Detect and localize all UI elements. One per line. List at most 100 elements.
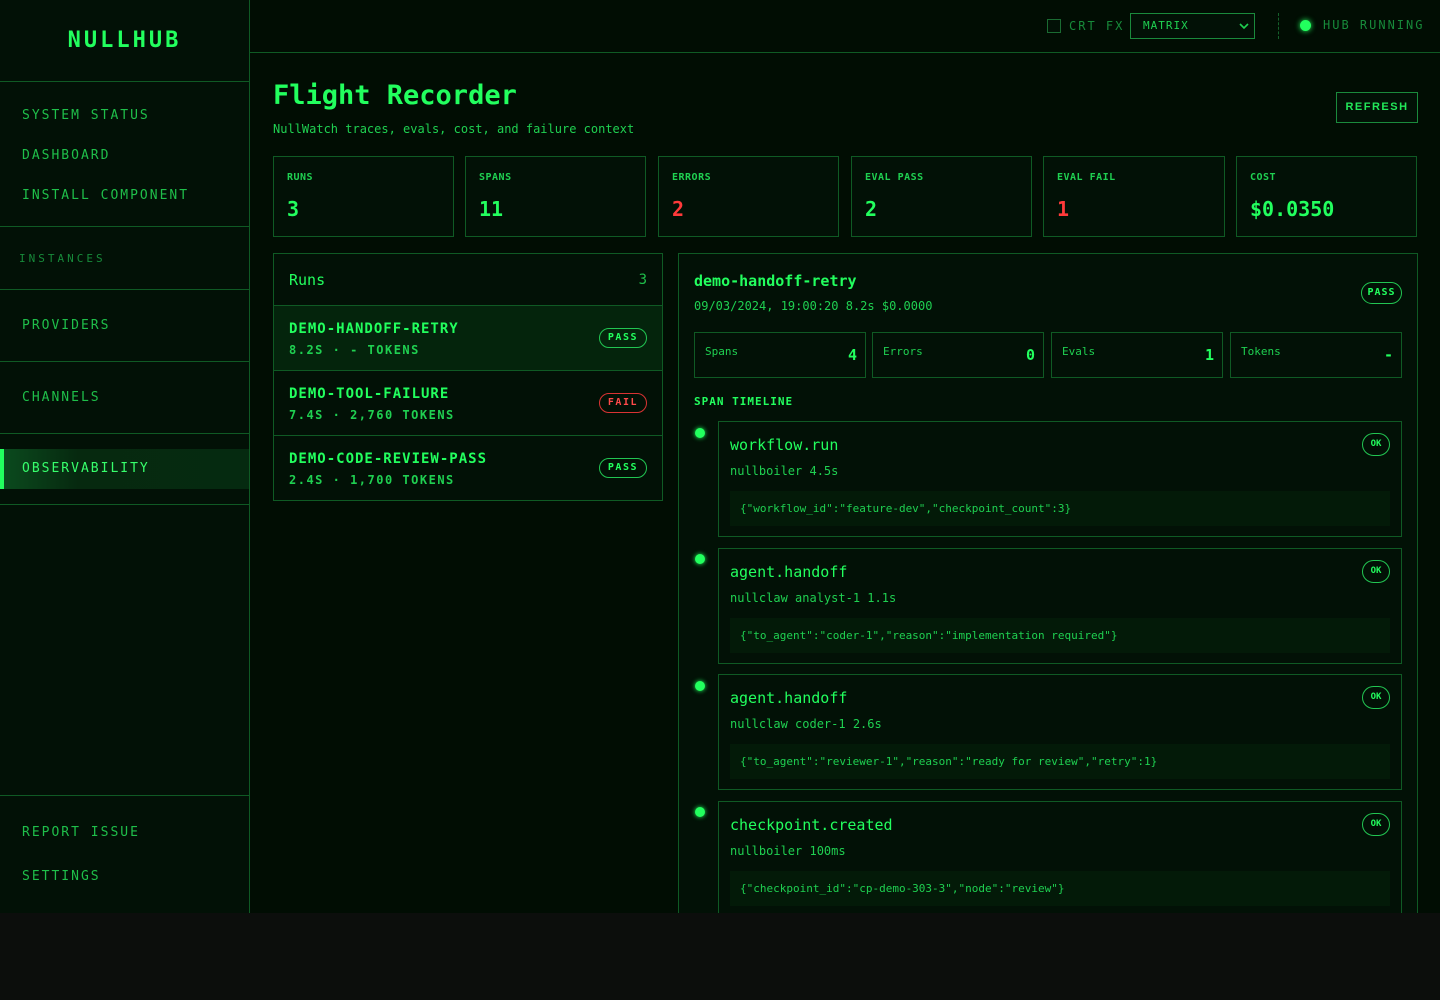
bottom-strip — [0, 913, 1440, 1000]
status-badge: OK — [1362, 560, 1390, 583]
summary-value: 0 — [1025, 346, 1035, 364]
refresh-button[interactable]: REFRESH — [1336, 92, 1418, 123]
status-badge: PASS — [1361, 282, 1402, 304]
runs-panel-header: Runs 3 — [274, 254, 662, 306]
summary-card-evals: Evals 1 — [1051, 332, 1223, 378]
stat-value: 11 — [479, 197, 504, 221]
run-detail-title: demo-handoff-retry — [694, 272, 857, 290]
span-meta: nullclaw analyst-1 1.1s — [730, 591, 897, 605]
stat-card-eval-pass: EVAL PASS 2 — [851, 156, 1032, 237]
span-card[interactable]: agent.handoff nullclaw analyst-1 1.1s OK… — [718, 548, 1402, 664]
chevron-down-icon — [1238, 14, 1250, 46]
sidebar-item-dashboard[interactable]: DASHBOARD — [0, 136, 249, 176]
stat-label: EVAL FAIL — [1057, 172, 1116, 183]
sidebar-item-system-status[interactable]: SYSTEM STATUS — [0, 96, 249, 136]
run-name: demo-handoff-retry — [289, 321, 459, 337]
span-name: workflow.run — [730, 436, 839, 454]
span-meta: nullclaw coder-1 2.6s — [730, 717, 882, 731]
runs-panel: Runs 3 demo-handoff-retry 8.2s · - token… — [273, 253, 663, 501]
sidebar-item-observability[interactable]: OBSERVABILITY — [0, 449, 249, 489]
summary-card-errors: Errors 0 — [872, 332, 1044, 378]
stat-card-errors: ERRORS 2 — [658, 156, 839, 237]
timeline-dot-icon — [695, 428, 705, 438]
timeline-dot-icon — [695, 554, 705, 564]
status-badge: PASS — [598, 328, 647, 348]
span-attributes: {"workflow_id":"feature-dev","checkpoint… — [730, 491, 1390, 526]
hub-status: HUB RUNNING — [1300, 18, 1424, 32]
status-dot-icon — [1300, 19, 1311, 31]
run-name: demo-code-review-pass — [289, 451, 488, 467]
topbar: CRT FX MATRIX HUB RUNNING — [250, 0, 1440, 53]
sidebar-bottom-nav: REPORT ISSUE SETTINGS — [0, 795, 249, 899]
topbar-divider — [1278, 13, 1279, 39]
span-name: agent.handoff — [730, 689, 848, 707]
run-item[interactable]: demo-tool-failure 7.4s · 2,760 tokens FA… — [274, 371, 662, 436]
timeline-dot-icon — [695, 681, 705, 691]
app-window: NULLHUB SYSTEM STATUS DASHBOARD INSTALL … — [0, 0, 1440, 913]
summary-card-spans: Spans 4 — [694, 332, 866, 378]
run-meta: 2.4s · 1,700 tokens — [289, 473, 455, 487]
status-badge: PASS — [598, 458, 647, 478]
run-item-selected[interactable]: demo-handoff-retry 8.2s · - tokens PASS — [274, 306, 662, 371]
run-meta: 8.2s · - tokens — [289, 343, 420, 357]
stat-value: 1 — [1057, 197, 1070, 221]
status-badge: OK — [1362, 813, 1390, 836]
stat-card-eval-fail: EVAL FAIL 1 — [1043, 156, 1225, 237]
span-card[interactable]: checkpoint.created nullboiler 100ms OK {… — [718, 801, 1402, 913]
span-meta: nullboiler 100ms — [730, 844, 846, 858]
run-detail-meta: 09/03/2024, 19:00:20 8.2s $0.0000 — [694, 299, 933, 313]
stat-value: 2 — [672, 197, 685, 221]
span-name: checkpoint.created — [730, 816, 893, 834]
sidebar-item-settings[interactable]: SETTINGS — [0, 855, 249, 899]
page-subtitle: NullWatch traces, evals, cost, and failu… — [273, 122, 635, 136]
stat-value: 2 — [865, 197, 878, 221]
sidebar-item-report-issue[interactable]: REPORT ISSUE — [0, 811, 249, 855]
crt-fx-toggle[interactable]: CRT FX — [1047, 19, 1124, 33]
sidebar: NULLHUB SYSTEM STATUS DASHBOARD INSTALL … — [0, 0, 250, 913]
span-meta: nullboiler 4.5s — [730, 464, 839, 478]
stat-label: SPANS — [479, 172, 512, 183]
span-attributes: {"checkpoint_id":"cp-demo-303-3","node":… — [730, 871, 1390, 906]
span-attributes: {"to_agent":"coder-1","reason":"implemen… — [730, 618, 1390, 653]
summary-label: Evals — [1062, 345, 1096, 358]
span-card[interactable]: workflow.run nullboiler 4.5s OK {"workfl… — [718, 421, 1402, 537]
page-title: Flight Recorder — [273, 80, 517, 111]
sidebar-item-providers[interactable]: PROVIDERS — [0, 290, 249, 361]
span-timeline-heading: SPAN TIMELINE — [694, 395, 794, 408]
stat-label: RUNS — [287, 172, 314, 183]
sidebar-section-instances[interactable]: INSTANCES — [0, 227, 249, 290]
runs-panel-title: Runs — [289, 270, 326, 289]
theme-select-value: MATRIX — [1143, 19, 1189, 32]
summary-label: Tokens — [1241, 345, 1281, 358]
summary-value: 4 — [847, 346, 857, 364]
sidebar-item-channels[interactable]: CHANNELS — [0, 362, 249, 433]
summary-value: 1 — [1204, 346, 1214, 364]
run-name: demo-tool-failure — [289, 386, 450, 402]
sidebar-top-nav: SYSTEM STATUS DASHBOARD INSTALL COMPONEN… — [0, 82, 249, 227]
stat-card-runs: RUNS 3 — [273, 156, 454, 237]
stat-value: 3 — [287, 197, 300, 221]
span-name: agent.handoff — [730, 563, 848, 581]
summary-value: - — [1383, 346, 1393, 364]
summary-label: Errors — [883, 345, 923, 358]
runs-count: 3 — [638, 271, 647, 288]
status-badge: OK — [1362, 433, 1390, 456]
span-card[interactable]: agent.handoff nullclaw coder-1 2.6s OK {… — [718, 674, 1402, 790]
run-meta: 7.4s · 2,760 tokens — [289, 408, 455, 422]
stat-card-spans: SPANS 11 — [465, 156, 646, 237]
summary-label: Spans — [705, 345, 739, 358]
stat-card-cost: COST $0.0350 — [1236, 156, 1417, 237]
summary-card-tokens: Tokens - — [1230, 332, 1402, 378]
status-badge: OK — [1362, 686, 1390, 709]
run-item[interactable]: demo-code-review-pass 2.4s · 1,700 token… — [274, 436, 662, 501]
sidebar-item-install-component[interactable]: INSTALL COMPONENT — [0, 176, 249, 216]
stat-label: ERRORS — [672, 172, 712, 183]
status-badge: FAIL — [598, 393, 647, 413]
span-attributes: {"to_agent":"reviewer-1","reason":"ready… — [730, 744, 1390, 779]
crt-fx-checkbox[interactable] — [1047, 19, 1061, 33]
theme-select[interactable]: MATRIX — [1130, 13, 1255, 39]
stat-label: COST — [1250, 172, 1277, 183]
stat-value: $0.0350 — [1250, 197, 1335, 221]
timeline-dot-icon — [695, 807, 705, 817]
crt-fx-label: CRT FX — [1069, 19, 1125, 33]
